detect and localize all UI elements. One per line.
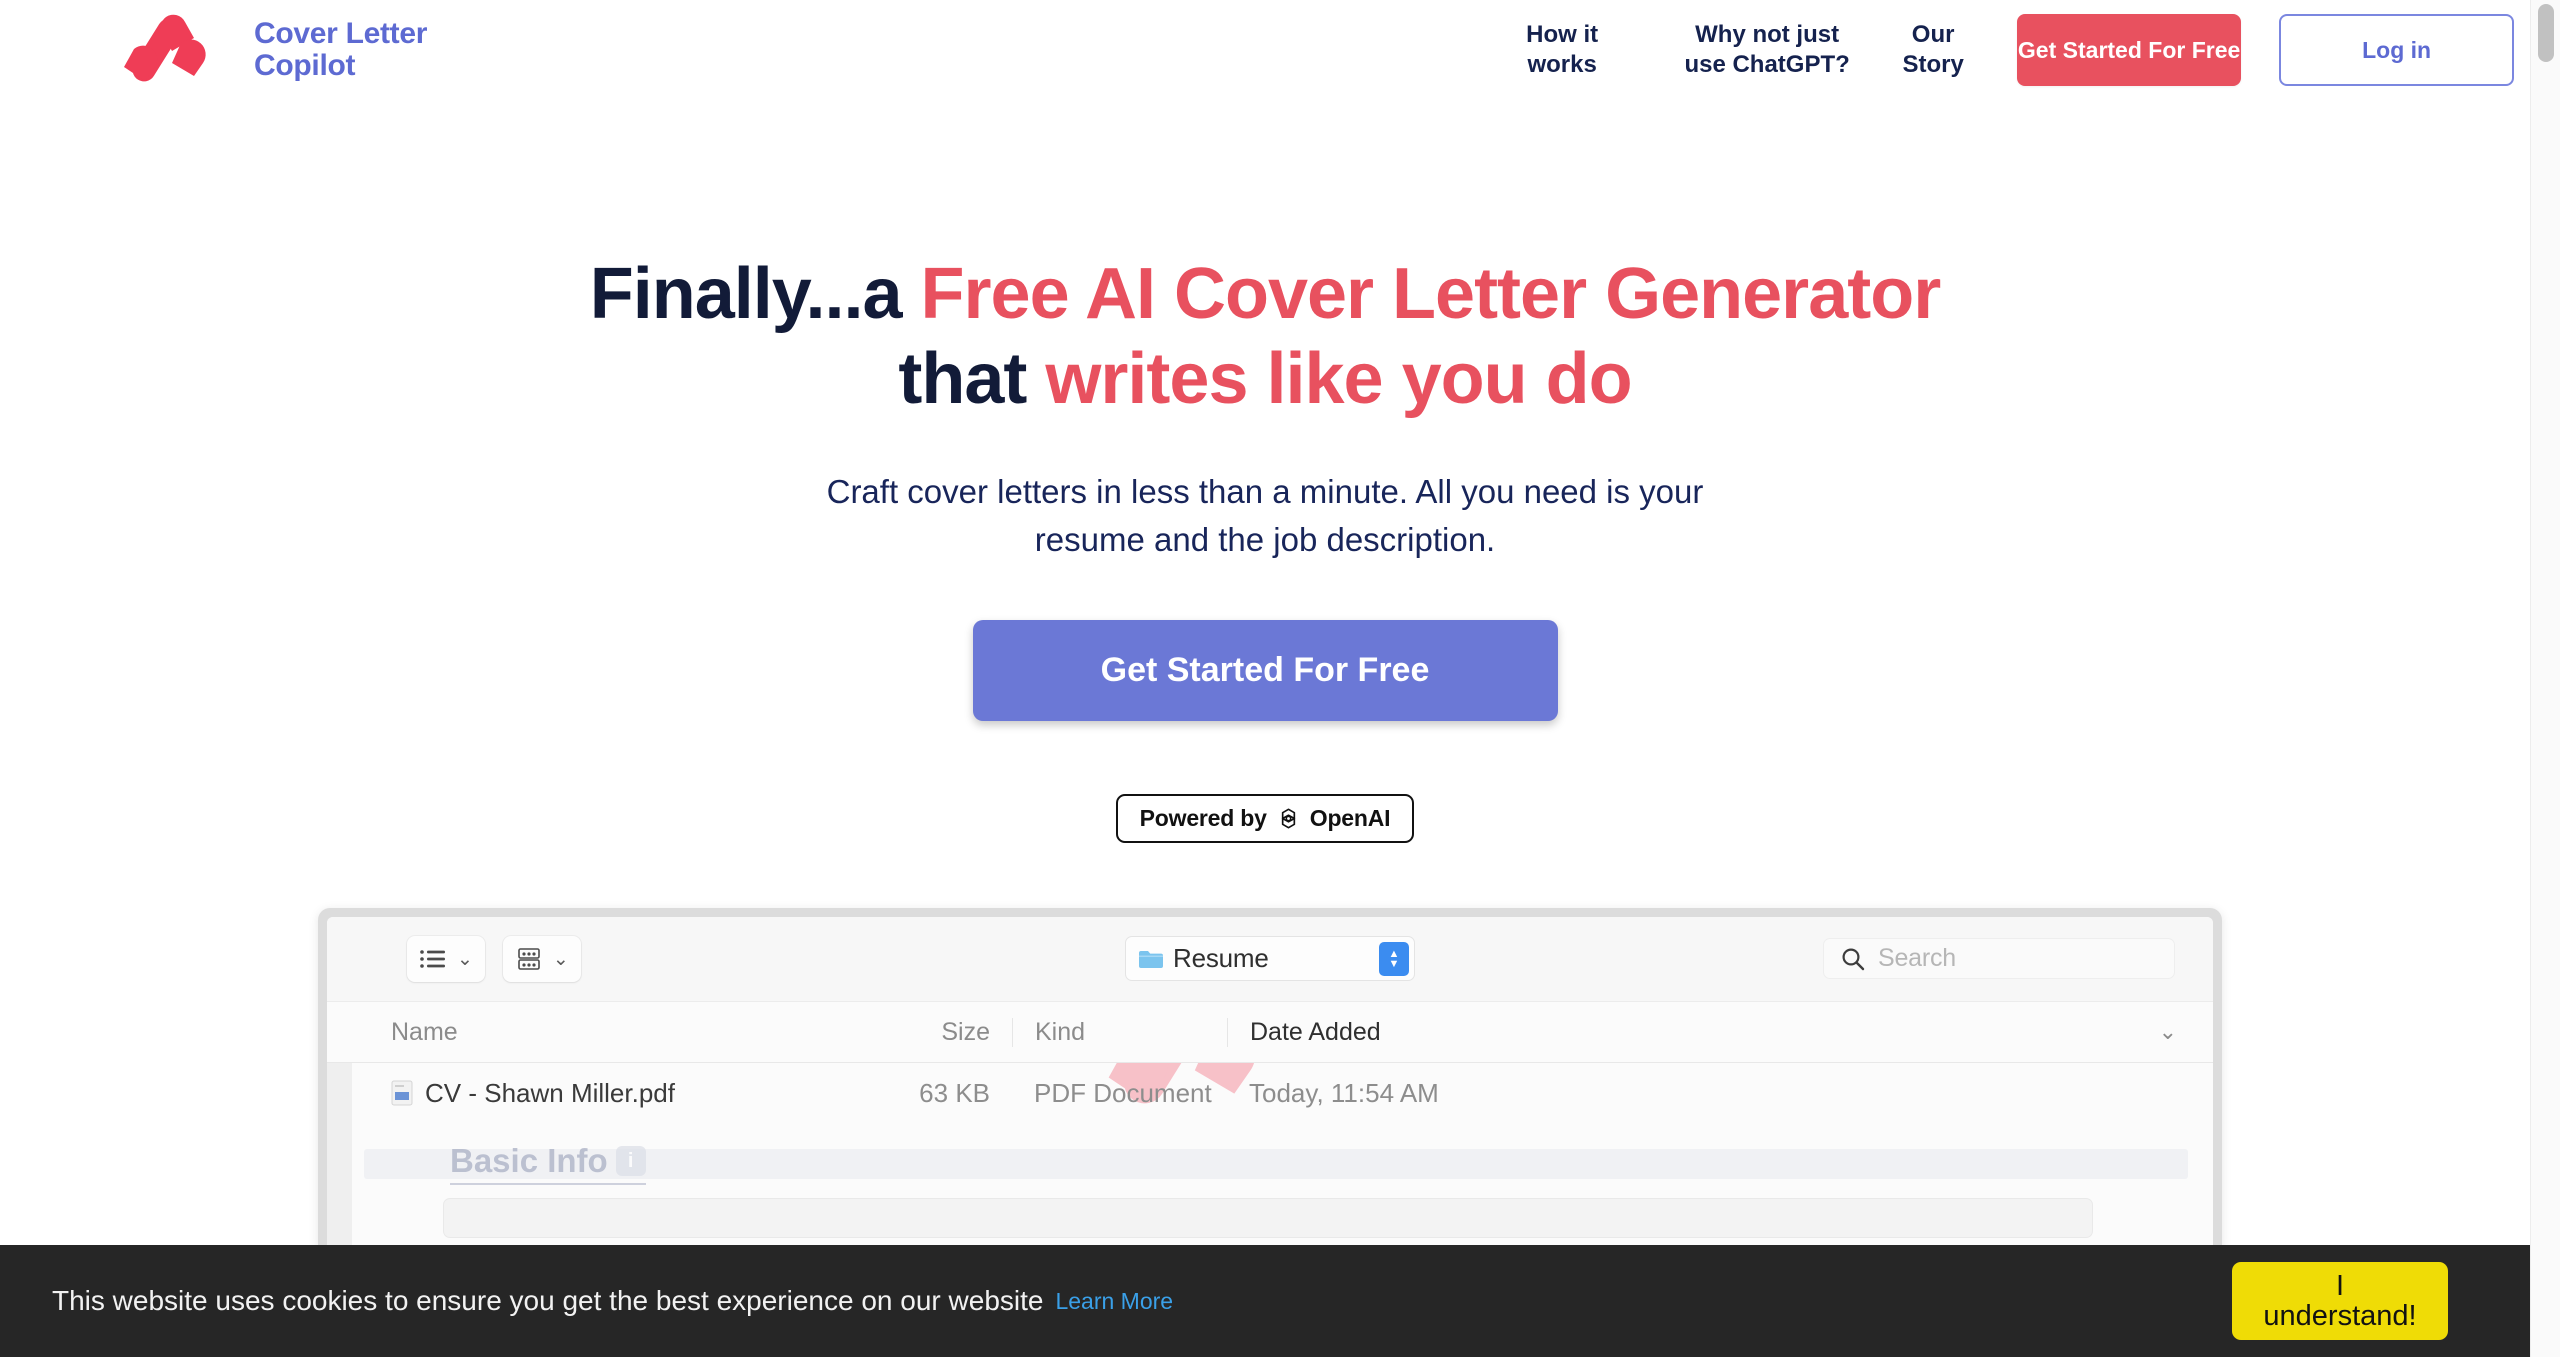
chevron-down-icon: ⌄: [457, 948, 473, 970]
openai-badge-text: Powered by: [1139, 805, 1267, 832]
hero-subtitle-line2: resume and the job description.: [1034, 521, 1496, 559]
headline-accent-2: writes like you do: [1045, 338, 1632, 419]
form-field-placeholder: [443, 1198, 2093, 1238]
vertical-scrollbar[interactable]: [2530, 0, 2560, 1357]
finder-path-stepper[interactable]: ▲ ▼: [1379, 941, 1409, 976]
chevron-down-icon: ⌄: [552, 948, 569, 970]
vertical-scroll-thumb[interactable]: [2538, 4, 2554, 62]
stepper-up-down-icon: ▲: [1388, 947, 1400, 960]
powered-by-openai-badge[interactable]: Powered by OpenAI: [1115, 794, 1415, 844]
openai-badge-brand: OpenAI: [1309, 805, 1391, 832]
file-size-cell: 63 KB: [919, 1077, 990, 1108]
headline-part-2: that: [898, 338, 1046, 419]
basic-info-label[interactable]: Basic Info i: [450, 1142, 646, 1185]
finder-path-selector[interactable]: Resume ▲ ▼: [1125, 936, 1415, 981]
group-view-icon: [518, 948, 540, 970]
hero-subtitle: Craft cover letters in less than a minut…: [0, 468, 2530, 564]
pdf-file-icon: [391, 1080, 413, 1106]
headline-accent-1: Free AI Cover Letter Generator: [920, 254, 1942, 334]
cookie-accept-label: I understand!: [2263, 1269, 2417, 1332]
file-name-label: CV - Shawn Miller.pdf: [425, 1077, 675, 1108]
chevron-down-icon[interactable]: ⌄: [1557, 1019, 2213, 1045]
search-icon: [1842, 947, 1865, 970]
hero-subtitle-line1: Craft cover letters in less than a minut…: [826, 472, 1704, 510]
column-header-name[interactable]: Name: [327, 1018, 827, 1047]
folder-icon: [1139, 950, 1163, 968]
finder-column-headers: Name Size Kind Date Added ⌄: [327, 1001, 2213, 1063]
cookie-accept-button[interactable]: I understand!: [2232, 1262, 2448, 1340]
headline-part-1: Finally...a: [589, 254, 921, 334]
cookie-banner: This website uses cookies to ensure you …: [0, 1245, 2530, 1357]
finder-window: ⌄ ⌄ Resume ▲ ▼ Search Name Size Kind Dat…: [327, 917, 2213, 1248]
finder-group-by-button[interactable]: ⌄: [502, 936, 581, 982]
column-header-size[interactable]: Size: [827, 1018, 1012, 1047]
finder-view-mode-button[interactable]: ⌄: [407, 936, 485, 982]
cookie-accept-line1: I: [2335, 1269, 2345, 1302]
hero-get-started-button[interactable]: Get Started For Free: [972, 620, 1558, 722]
table-row[interactable]: CV - Shawn Miller.pdf 63 KB PDF Document…: [327, 1063, 2213, 1123]
finder-path-label: Resume: [1173, 943, 1269, 973]
stepper-down-icon: ▼: [1388, 957, 1400, 970]
page-title: Finally...a Free AI Cover Letter Generat…: [0, 252, 2530, 422]
openai-badge-wrapper: Powered by OpenAI: [0, 794, 2530, 844]
openai-logo-icon: [1281, 808, 1295, 829]
finder-screenshot: ⌄ ⌄ Resume ▲ ▼ Search Name Size Kind Dat…: [318, 908, 2222, 1248]
hero-section: Finally...a Free AI Cover Letter Generat…: [0, 0, 2530, 844]
file-name-cell: CV - Shawn Miller.pdf: [327, 1078, 827, 1109]
basic-info-text: Basic Info: [450, 1142, 608, 1179]
cookie-learn-more-link[interactable]: Learn More: [1055, 1288, 1173, 1315]
cookie-accept-line2: understand!: [2263, 1300, 2417, 1332]
column-header-date-added[interactable]: Date Added: [1227, 1017, 1557, 1047]
finder-toolbar: ⌄ ⌄ Resume ▲ ▼ Search: [327, 917, 2213, 1001]
info-icon: i: [615, 1146, 646, 1176]
finder-search-input[interactable]: Search: [1823, 938, 2175, 979]
column-header-kind[interactable]: Kind: [1012, 1017, 1227, 1047]
file-date-cell: Today, 11:54 AM: [1249, 1077, 1439, 1108]
finder-search-placeholder: Search: [1878, 944, 1957, 972]
file-kind-cell: PDF Document: [1034, 1077, 1212, 1108]
hero-cta-wrapper: Get Started For Free: [0, 620, 2530, 722]
list-view-icon: [420, 950, 445, 968]
page-root: Cover Letter Copilot How it works Why no…: [0, 0, 2560, 1357]
cookie-message: This website uses cookies to ensure you …: [52, 1285, 1044, 1316]
